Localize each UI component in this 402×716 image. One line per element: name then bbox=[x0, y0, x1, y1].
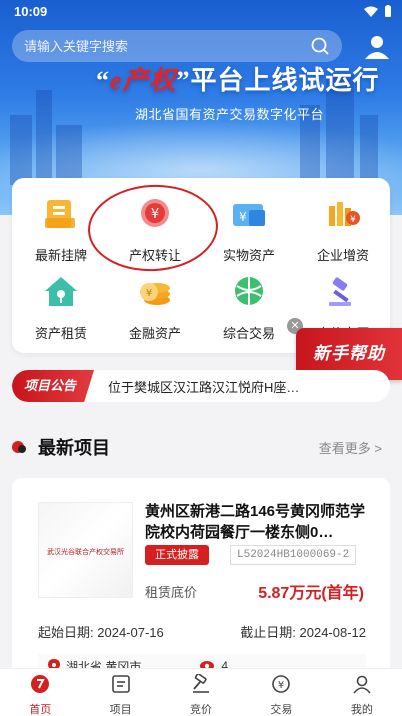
search-bar[interactable] bbox=[12, 30, 342, 62]
banner-title-text: ”平台上线试运行 bbox=[176, 66, 380, 95]
category-label: 资产租赁 bbox=[34, 326, 87, 341]
price-value: 5.87万元(首年) bbox=[258, 585, 364, 602]
end-date-label: 截止日期: bbox=[240, 625, 296, 640]
category-financial-asset[interactable]: ¥ 金融资产 bbox=[112, 274, 198, 344]
banner-brand: e产权 bbox=[110, 66, 177, 95]
start-date-label: 起始日期: bbox=[38, 625, 94, 640]
tab-bidding[interactable]: 竞价 bbox=[161, 669, 241, 716]
category-label: 金融资产 bbox=[128, 326, 181, 341]
banner-title: “e产权”平台上线试运行 bbox=[96, 60, 380, 97]
category-capital-increase[interactable]: ¥ 企业增资 bbox=[300, 196, 386, 266]
trade-icon: ¥ bbox=[272, 675, 291, 693]
app-screen: 10:09 “e产权”平台上线试运行 湖北省国有资产交易数字化平台 最新挂牌 ¥… bbox=[0, 0, 402, 716]
end-date: 截止日期: 2024-08-12 bbox=[240, 622, 366, 641]
announcement-text[interactable]: 位于樊城区汉江路汉江悦府H座… bbox=[108, 377, 299, 396]
asset-lease-icon bbox=[45, 277, 77, 306]
svg-text:¥: ¥ bbox=[146, 288, 152, 299]
status-badge: 正式披露 bbox=[145, 545, 209, 565]
svg-text:¥: ¥ bbox=[278, 680, 284, 691]
financial-asset-icon: ¥ bbox=[140, 283, 170, 305]
category-new-listing[interactable]: 最新挂牌 bbox=[18, 196, 104, 266]
view-more-link[interactable]: 查看更多 > bbox=[319, 438, 382, 457]
category-comprehensive-trade[interactable]: 综合交易 bbox=[206, 274, 292, 344]
latest-projects-header: 最新项目 查看更多 > bbox=[12, 432, 390, 460]
user-profile-icon[interactable] bbox=[362, 32, 392, 62]
category-property-transfer[interactable]: ¥ 产权转让 bbox=[112, 196, 198, 266]
tab-label: 项目 bbox=[109, 704, 132, 716]
svg-text:¥: ¥ bbox=[350, 215, 356, 225]
section-title: 最新项目 bbox=[38, 438, 110, 458]
project-thumbnail: 武汉光谷联合产权交易所 bbox=[38, 502, 133, 598]
svg-text:¥: ¥ bbox=[151, 207, 159, 222]
tab-trade[interactable]: ¥ 交易 bbox=[241, 669, 321, 716]
project-dates: 起始日期: 2024-07-16 截止日期: 2024-08-12 bbox=[38, 622, 366, 641]
project-card[interactable]: 武汉光谷联合产权交易所 黄州区新港二路146号黄冈师范学院校内荷园餐厅一楼东侧0… bbox=[12, 478, 390, 678]
start-date-value: 2024-07-16 bbox=[97, 625, 164, 640]
category-grid: 最新挂牌 ¥ 产权转让 ¥ 实物资产 ¥ 企业增资 资产租赁 ¥ 金融资产 综合… bbox=[12, 178, 390, 353]
tab-label: 竞价 bbox=[190, 704, 213, 716]
tab-home[interactable]: 首页 bbox=[0, 669, 80, 716]
home-icon bbox=[31, 675, 50, 693]
category-asset-lease[interactable]: 资产租赁 bbox=[18, 274, 104, 344]
category-label: 企业增资 bbox=[316, 248, 369, 263]
category-label: 综合交易 bbox=[222, 326, 275, 341]
banner-title-open-quote: “ bbox=[96, 66, 110, 95]
category-label: 产权转让 bbox=[128, 248, 181, 263]
banner-subtitle: 湖北省国有资产交易数字化平台 bbox=[135, 107, 325, 122]
price-label: 租赁底价 bbox=[145, 585, 198, 600]
tab-label: 交易 bbox=[270, 704, 293, 716]
capital-increase-icon: ¥ bbox=[329, 202, 360, 226]
svg-text:¥: ¥ bbox=[239, 210, 247, 224]
project-code: L52024HB1000069-2 bbox=[230, 545, 357, 565]
start-date: 起始日期: 2024-07-16 bbox=[38, 622, 164, 641]
section-dot-icon bbox=[18, 445, 26, 453]
profile-icon bbox=[353, 675, 371, 694]
category-physical-asset[interactable]: ¥ 实物资产 bbox=[206, 196, 292, 266]
battery-icon bbox=[385, 5, 391, 17]
projects-icon bbox=[111, 675, 130, 693]
search-input[interactable] bbox=[24, 38, 310, 54]
announcement-bar[interactable]: 项目公告 位于樊城区汉江路汉江悦府H座… bbox=[12, 370, 390, 402]
tab-label: 我的 bbox=[350, 704, 373, 716]
new-listing-icon bbox=[45, 200, 75, 228]
tab-label: 首页 bbox=[29, 704, 52, 716]
bottom-tab-bar: 首页 项目 竞价 ¥ 交易 我的 bbox=[0, 668, 402, 716]
project-title[interactable]: 黄州区新港二路146号黄冈师范学院校内荷园餐厅一楼东侧0… bbox=[145, 501, 370, 543]
end-date-value: 2024-08-12 bbox=[299, 625, 367, 640]
search-icon[interactable] bbox=[310, 36, 330, 56]
wifi-icon bbox=[364, 6, 378, 17]
tab-mine[interactable]: 我的 bbox=[322, 669, 402, 716]
auction-hall-icon bbox=[329, 277, 351, 306]
announcement-tag: 项目公告 bbox=[12, 370, 95, 402]
tab-projects[interactable]: 项目 bbox=[80, 669, 160, 716]
gavel-icon bbox=[193, 673, 210, 693]
status-time: 10:09 bbox=[14, 4, 48, 19]
physical-asset-icon: ¥ bbox=[233, 204, 265, 226]
category-label: 最新挂牌 bbox=[34, 248, 87, 263]
category-label: 实物资产 bbox=[222, 248, 275, 263]
exchange-logo: 武汉光谷联合产权交易所 bbox=[47, 549, 124, 556]
comprehensive-trade-icon bbox=[235, 277, 263, 305]
status-bar: 10:09 bbox=[0, 0, 402, 24]
property-transfer-icon: ¥ bbox=[141, 199, 169, 227]
